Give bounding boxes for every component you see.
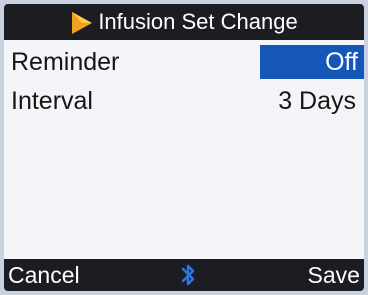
save-softkey[interactable]: Save bbox=[308, 262, 364, 289]
play-triangle-icon bbox=[72, 12, 93, 34]
reminder-setting-row[interactable]: Reminder Off bbox=[4, 44, 364, 80]
cancel-softkey[interactable]: Cancel bbox=[4, 262, 80, 289]
page-title: Infusion Set Change bbox=[98, 9, 298, 34]
bluetooth-icon bbox=[181, 264, 194, 286]
reminder-label: Reminder bbox=[11, 47, 120, 76]
reminder-value[interactable]: Off bbox=[260, 45, 364, 79]
interval-value[interactable]: 3 Days bbox=[278, 87, 364, 116]
device-frame: Infusion Set Change Reminder Off Interva… bbox=[0, 0, 368, 295]
title-bar: Infusion Set Change bbox=[4, 4, 364, 40]
softkey-bar: Cancel Save bbox=[4, 259, 364, 291]
device-screen: Infusion Set Change Reminder Off Interva… bbox=[4, 4, 364, 291]
interval-setting-row[interactable]: Interval 3 Days bbox=[4, 83, 364, 119]
interval-label: Interval bbox=[11, 86, 93, 115]
